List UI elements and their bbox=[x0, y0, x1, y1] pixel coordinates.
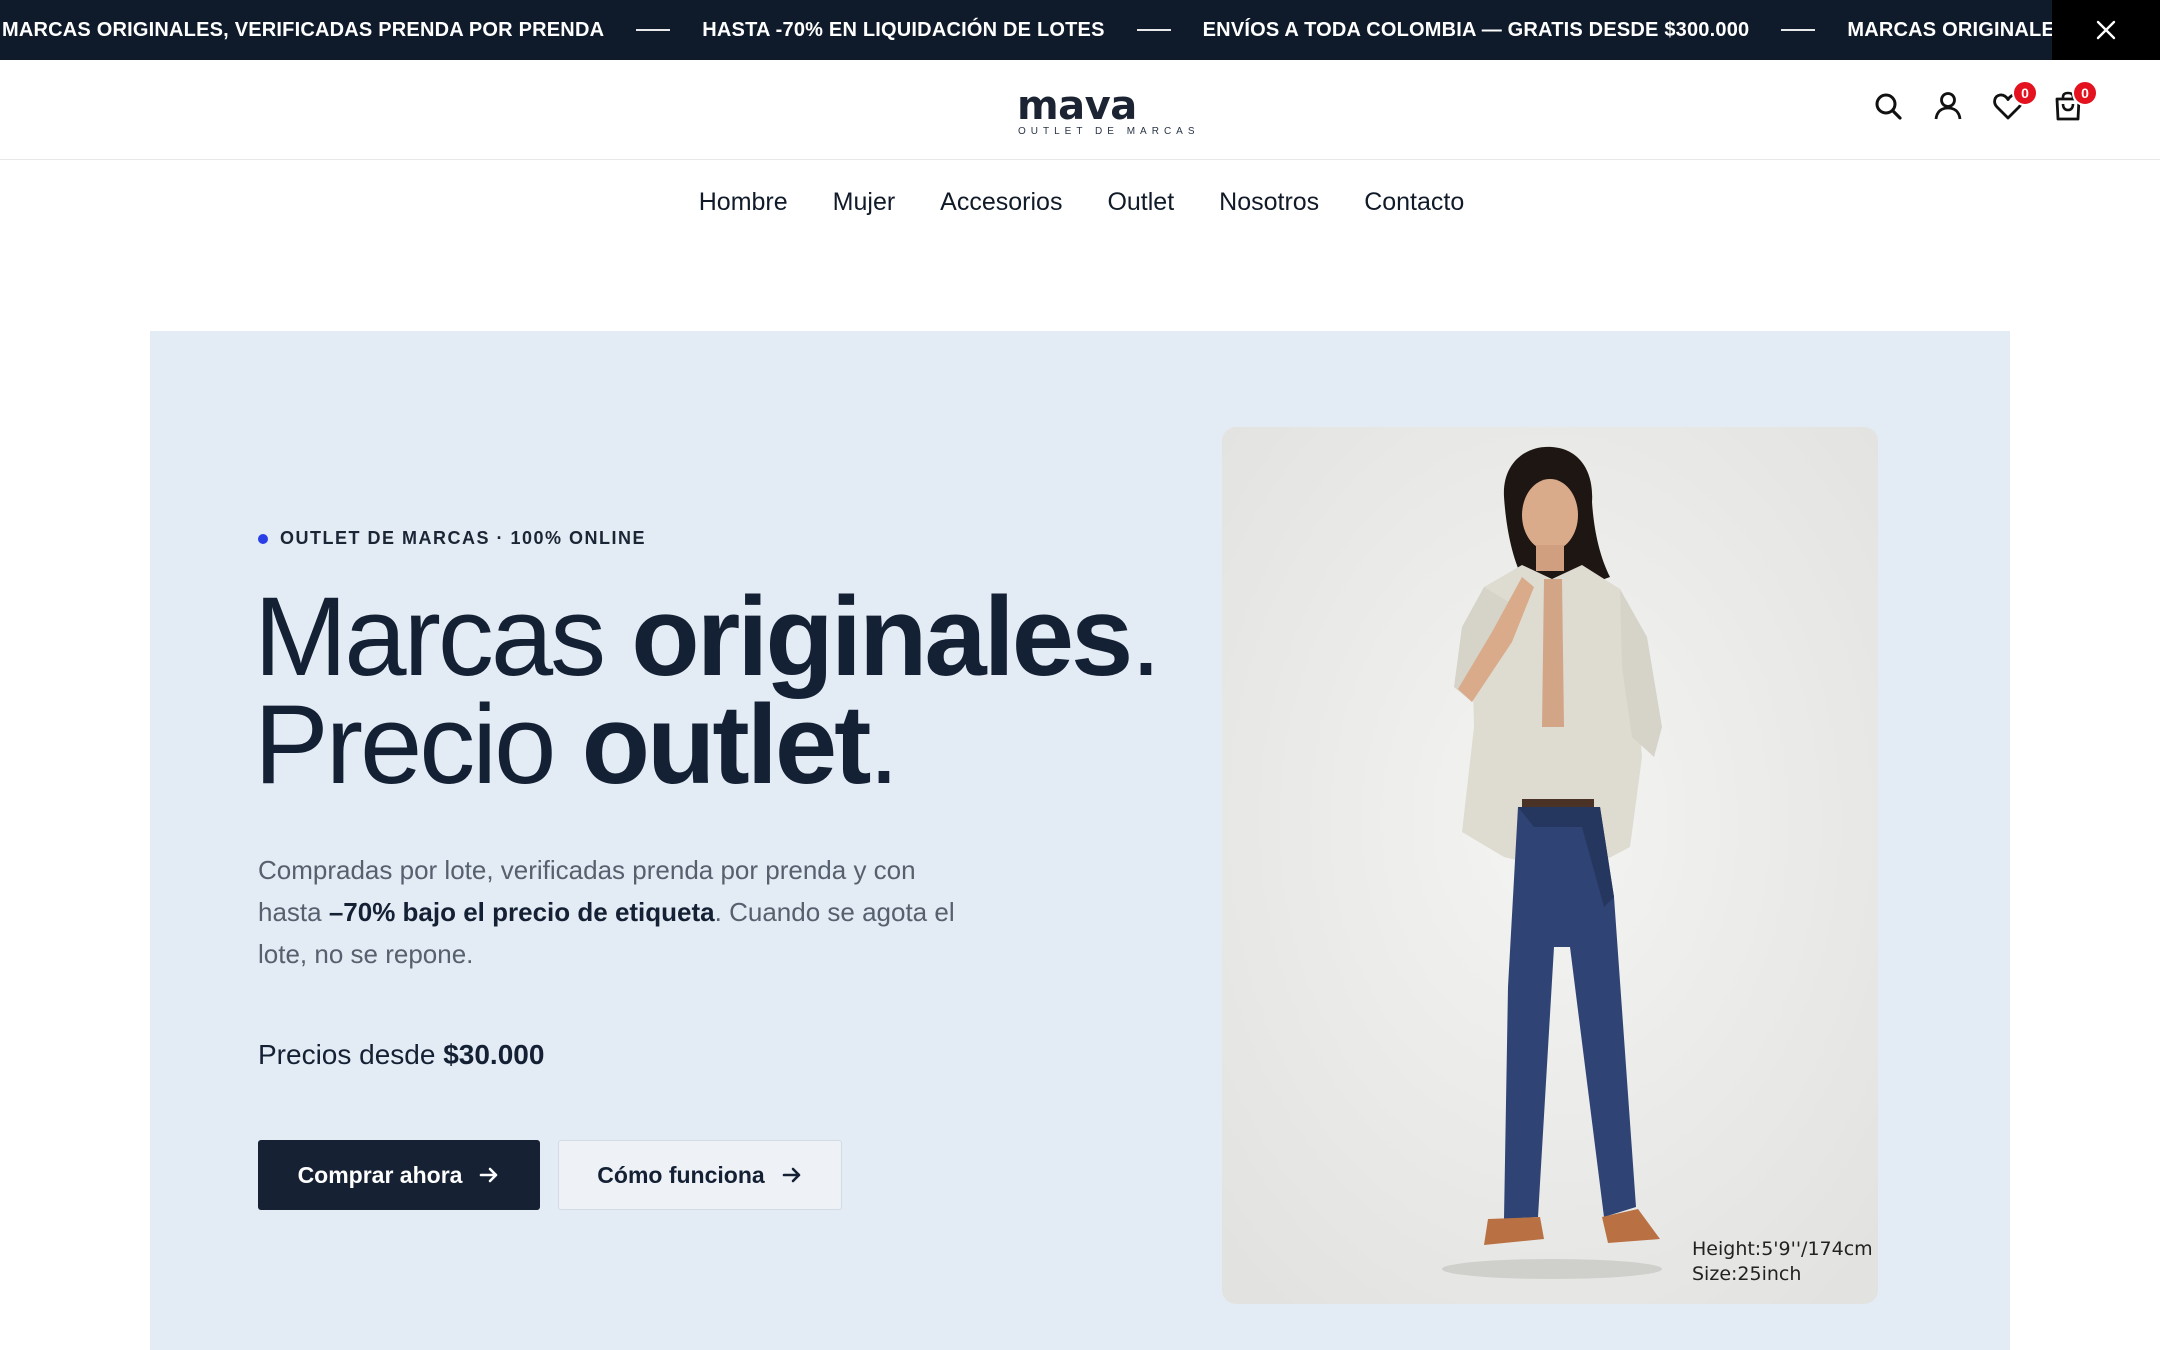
how-it-works-button[interactable]: Cómo funciona bbox=[558, 1140, 842, 1210]
hero-section: OUTLET DE MARCAS · 100% ONLINE Marcas or… bbox=[150, 331, 2010, 1350]
main-nav: Hombre Mujer Accesorios Outlet Nosotros … bbox=[0, 188, 2160, 217]
photo-caption: Height:5'9''/174cm Size:25inch bbox=[1692, 1237, 1873, 1287]
price-line: Precios desde $30.000 bbox=[258, 1039, 544, 1071]
announcement-track: MARCAS ORIGINALES, VERIFICADAS PRENDA PO… bbox=[2, 0, 2160, 60]
arrow-right-icon bbox=[782, 1167, 800, 1183]
nav-item-nosotros[interactable]: Nosotros bbox=[1219, 188, 1319, 217]
caption-height: Height:5'9''/174cm bbox=[1692, 1238, 1873, 1260]
wishlist-count-badge: 0 bbox=[2012, 80, 2038, 106]
announcement-item: HASTA -70% EN LIQUIDACIÓN DE LOTES bbox=[702, 18, 1105, 41]
headline-line2-bold: outlet bbox=[581, 682, 872, 807]
announcement-item: ENVÍOS A TODA COLOMBIA — GRATIS DESDE $3… bbox=[1202, 18, 1750, 41]
nav-item-hombre[interactable]: Hombre bbox=[699, 188, 788, 217]
account-button[interactable] bbox=[1932, 90, 1964, 122]
model-photo bbox=[1222, 427, 1878, 1304]
headline-line2-light: Precio bbox=[254, 682, 582, 807]
logo-wordmark: mava bbox=[1017, 83, 1137, 129]
search-icon bbox=[1875, 93, 1902, 120]
announcement-separator bbox=[636, 29, 671, 31]
nav-item-accesorios[interactable]: Accesorios bbox=[940, 188, 1062, 217]
eyebrow-text: OUTLET DE MARCAS · 100% ONLINE bbox=[280, 528, 647, 548]
close-announcement-button[interactable] bbox=[2052, 0, 2160, 60]
desc-bold: –70% bajo el precio de etiqueta bbox=[328, 897, 715, 927]
hero-product-image: Height:5'9''/174cm Size:25inch bbox=[1222, 427, 1878, 1304]
hero-eyebrow: OUTLET DE MARCAS · 100% ONLINE bbox=[258, 528, 646, 549]
nav-item-outlet[interactable]: Outlet bbox=[1107, 188, 1174, 217]
nav-item-contacto[interactable]: Contacto bbox=[1364, 188, 1464, 217]
arrow-right-icon bbox=[480, 1167, 498, 1183]
logo-tagline: OUTLET DE MARCAS bbox=[1018, 126, 1200, 137]
eyebrow-dot-icon bbox=[258, 533, 268, 544]
wishlist-button[interactable]: 0 bbox=[1992, 80, 2038, 122]
announcement-separator bbox=[1136, 29, 1171, 31]
shop-now-button[interactable]: Comprar ahora bbox=[258, 1140, 540, 1210]
site-header: mava OUTLET DE MARCAS 0 0 bbox=[0, 60, 2160, 160]
shop-now-label: Comprar ahora bbox=[297, 1161, 463, 1188]
announcement-separator bbox=[1781, 29, 1816, 31]
headline-line2-end: . bbox=[868, 682, 899, 807]
close-icon bbox=[2096, 20, 2116, 40]
caption-size: Size:25inch bbox=[1692, 1263, 1802, 1285]
header-icons: 0 0 bbox=[1872, 80, 2098, 122]
search-button[interactable] bbox=[1872, 90, 1904, 122]
hero-description: Compradas por lote, verificadas prenda p… bbox=[258, 849, 978, 975]
headline-line1-end: . bbox=[1130, 574, 1161, 699]
price-prefix: Precios desde bbox=[258, 1039, 444, 1070]
how-it-works-label: Cómo funciona bbox=[597, 1161, 765, 1188]
announcement-item: MARCAS ORIGINALES, VERIFICADAS PRENDA PO… bbox=[2, 18, 605, 41]
price-value: $30.000 bbox=[443, 1039, 545, 1070]
headline-line1-bold: originales bbox=[631, 574, 1133, 699]
cart-button[interactable]: 0 bbox=[2052, 80, 2098, 122]
cart-count-badge: 0 bbox=[2072, 80, 2098, 106]
user-icon bbox=[1934, 92, 1962, 120]
headline-line1-light: Marcas bbox=[254, 574, 632, 699]
hero-headline: Marcas originales. Precio outlet. bbox=[254, 581, 1161, 801]
nav-item-mujer[interactable]: Mujer bbox=[833, 188, 896, 217]
announcement-bar: MARCAS ORIGINALES, VERIFICADAS PRENDA PO… bbox=[0, 0, 2160, 60]
logo[interactable]: mava OUTLET DE MARCAS bbox=[1017, 83, 1200, 137]
